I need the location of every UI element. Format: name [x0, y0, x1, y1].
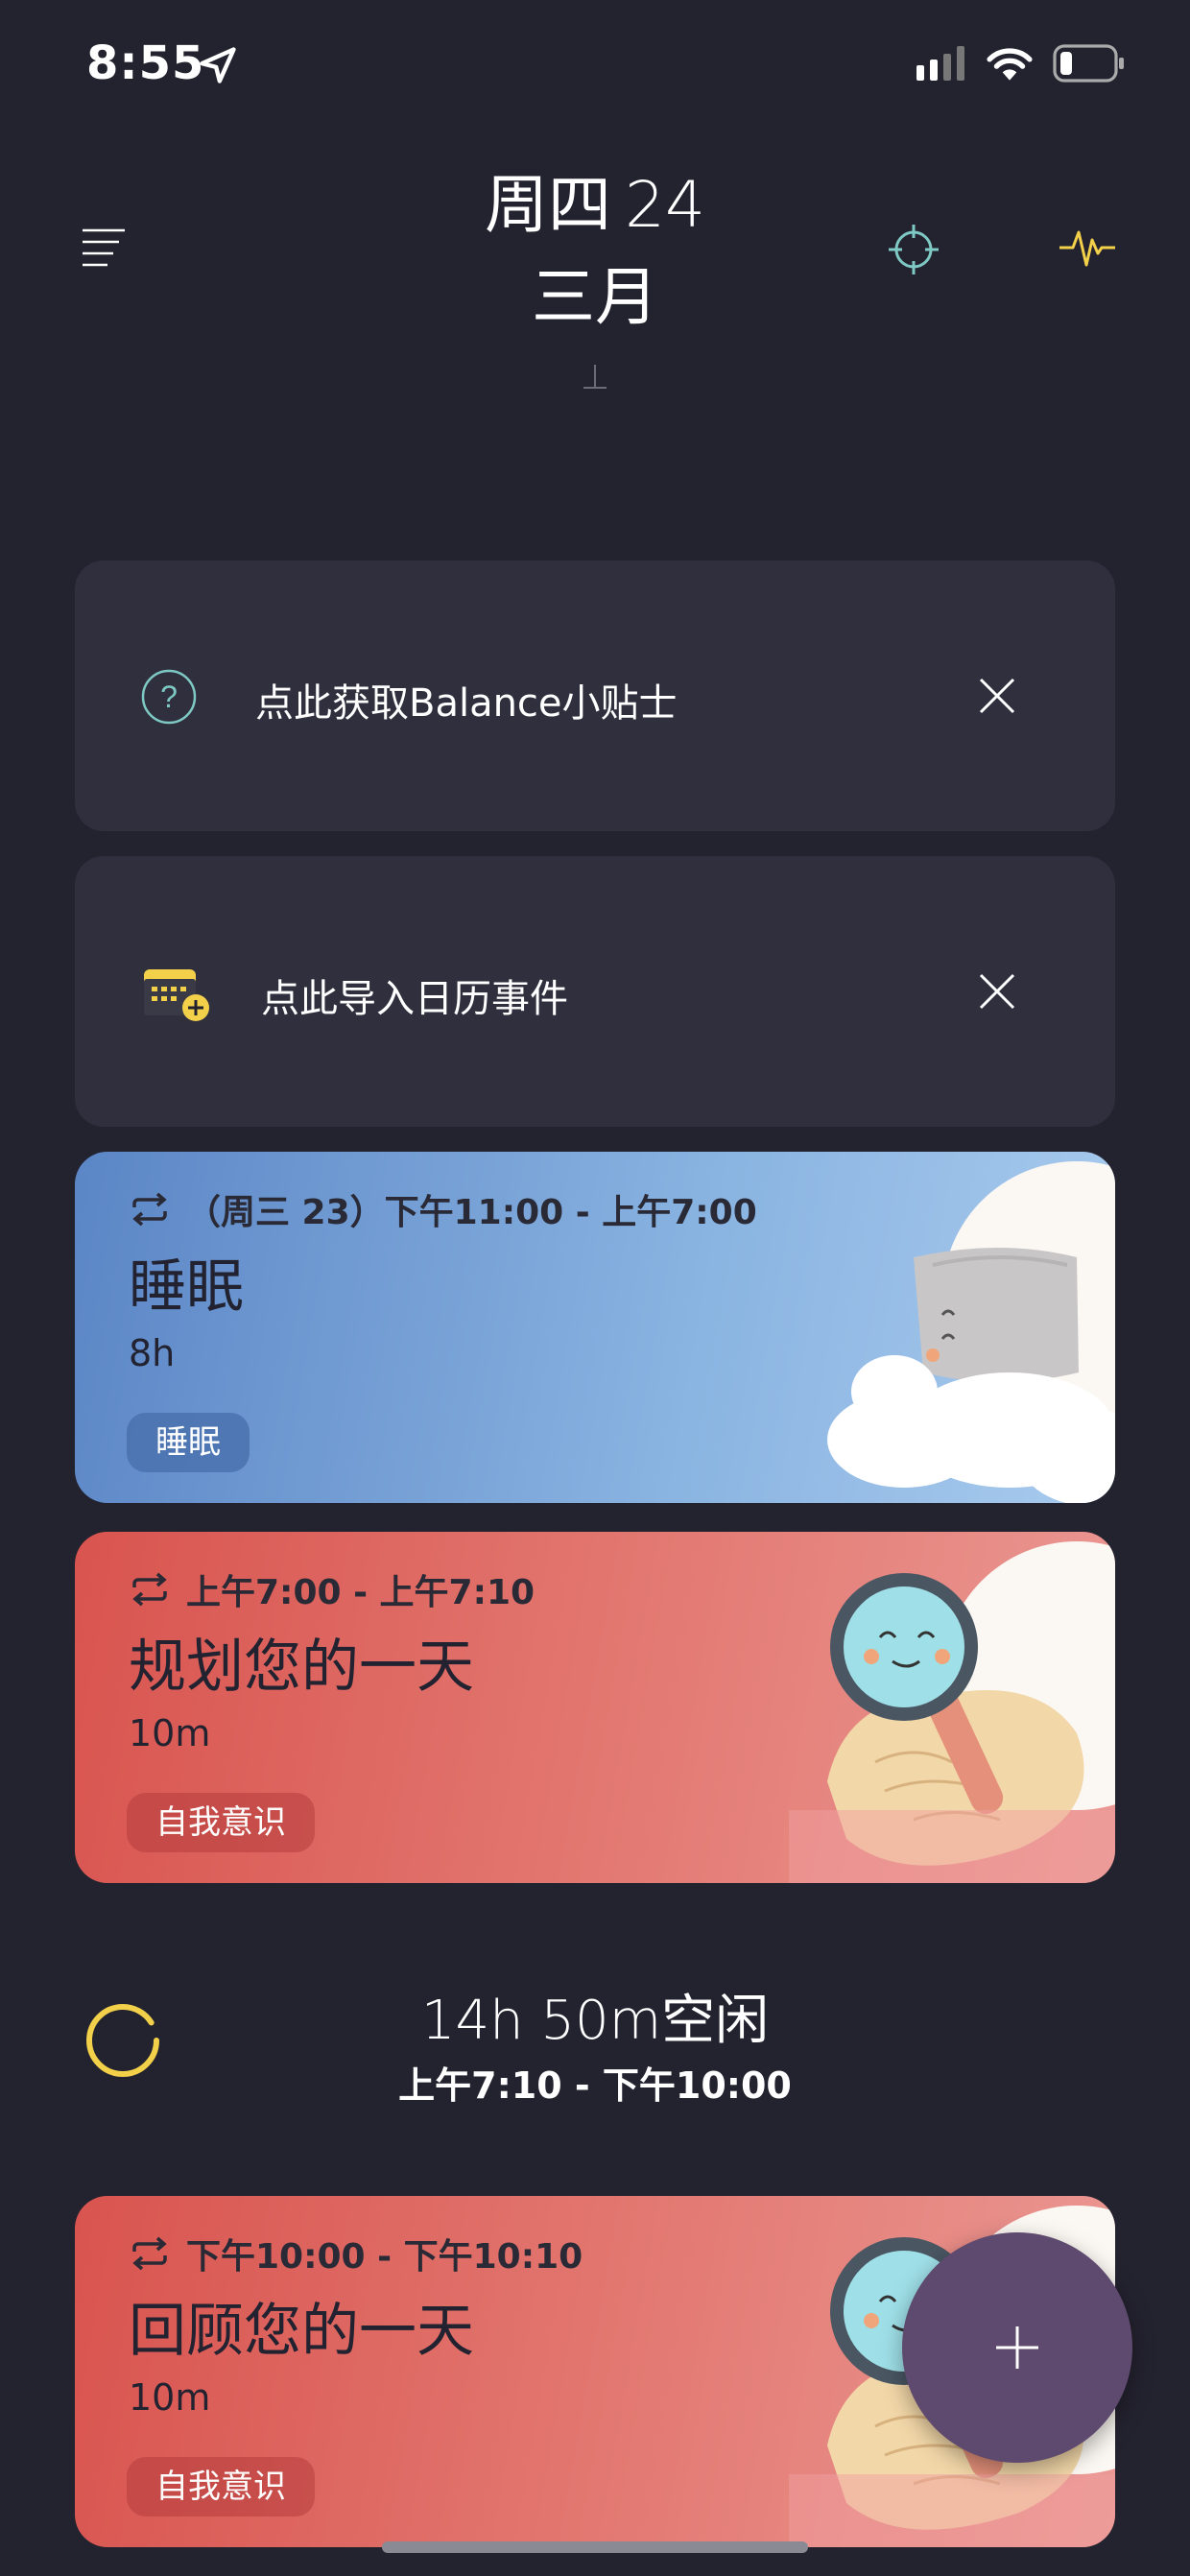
- calendar-add-icon: [144, 969, 209, 1021]
- tips-banner-text: 点此获取Balance小贴士: [255, 681, 678, 726]
- free-time-range: 上午7:10 - 下午10:00: [398, 2064, 792, 2107]
- tips-banner[interactable]: ? 点此获取Balance小贴士: [75, 561, 1115, 831]
- activity-pulse-icon[interactable]: [1059, 221, 1115, 273]
- card-duration: 10m: [129, 2376, 211, 2419]
- svg-text:?: ?: [160, 680, 178, 714]
- add-activity-button[interactable]: [902, 2232, 1132, 2463]
- card-duration: 10m: [129, 1712, 211, 1754]
- card-time-row: （周三 23）下午11:00 - 上午7:00: [129, 1184, 757, 1234]
- card-time-range: 上午7:00 - 上午7:10: [186, 1573, 536, 1612]
- focus-target-icon[interactable]: [887, 223, 940, 276]
- close-icon[interactable]: [975, 969, 1019, 1014]
- card-time-row: 上午7:00 - 上午7:10: [129, 1564, 535, 1614]
- header-date: 周四 24: [0, 154, 1190, 246]
- card-time-row: 下午10:00 - 下午10:10: [129, 2229, 583, 2278]
- repeat-icon: [132, 2236, 167, 2271]
- repeat-icon: [132, 1192, 167, 1227]
- card-tag: 自我意识: [127, 2457, 315, 2516]
- location-arrow-icon: [200, 47, 236, 83]
- card-title: 规划您的一天: [129, 1634, 474, 1701]
- card-title: 回顾您的一天: [129, 2298, 474, 2365]
- header-month: 三月: [532, 260, 658, 334]
- battery-icon: [1053, 44, 1124, 83]
- wifi-icon: [987, 48, 1033, 81]
- status-time: 8:55: [86, 36, 205, 90]
- close-icon[interactable]: [975, 674, 1019, 718]
- repeat-icon: [132, 1572, 167, 1607]
- card-time-range: 下午10:00 - 下午10:10: [186, 2237, 583, 2277]
- home-indicator[interactable]: [382, 2541, 808, 2553]
- activity-card-plan-day[interactable]: 上午7:00 - 上午7:10 规划您的一天 10m 自我意识: [75, 1532, 1115, 1883]
- free-time-title: 14h 50m空闲: [420, 1990, 770, 2052]
- magnifier-map-illustration: [789, 1541, 1115, 1883]
- plus-icon: [996, 2326, 1038, 2369]
- header-weekday: 周四: [485, 168, 611, 242]
- help-circle-icon: ?: [141, 669, 197, 725]
- card-title: 睡眠: [129, 1253, 244, 1321]
- calendar-import-text: 点此导入日历事件: [261, 977, 568, 1021]
- header-day-number: 24: [625, 168, 705, 242]
- card-time-range: （周三 23）下午11:00 - 上午7:00: [186, 1193, 757, 1232]
- card-duration: 8h: [129, 1332, 176, 1374]
- pull-down-icon: [583, 365, 607, 389]
- cellular-signal-icon: [916, 46, 964, 81]
- calendar-import-banner[interactable]: 点此导入日历事件: [75, 856, 1115, 1127]
- card-tag: 睡眠: [127, 1413, 250, 1472]
- activity-card-sleep[interactable]: （周三 23）下午11:00 - 上午7:00 睡眠 8h 睡眠: [75, 1152, 1115, 1503]
- sleeping-pillow-illustration: [827, 1161, 1115, 1503]
- card-tag: 自我意识: [127, 1793, 315, 1852]
